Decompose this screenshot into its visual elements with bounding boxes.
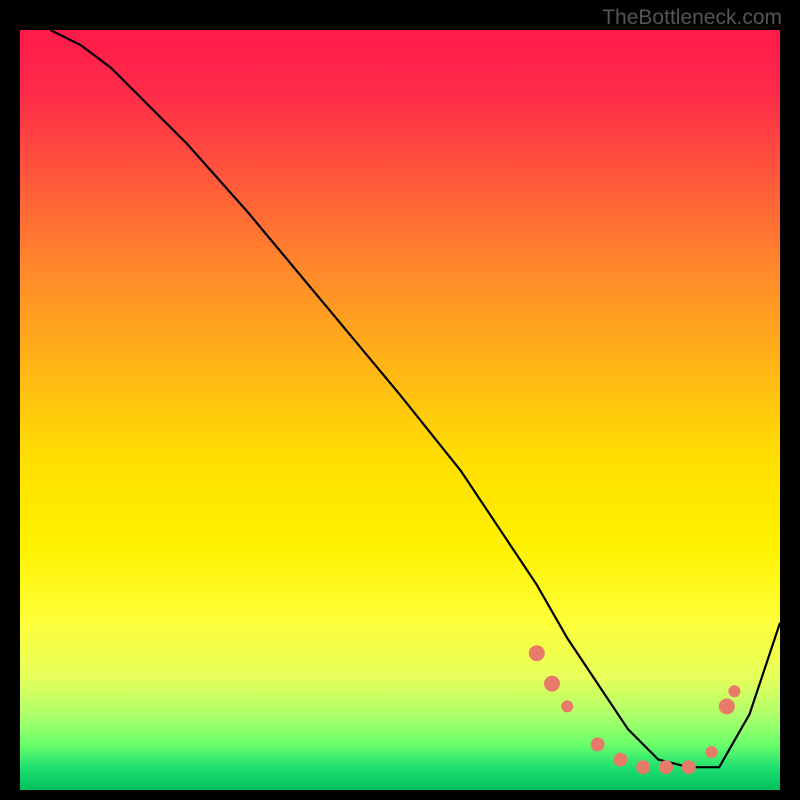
marker-dot (682, 760, 696, 774)
marker-dot (591, 737, 605, 751)
marker-dot (719, 698, 735, 714)
marker-dot (659, 760, 673, 774)
gradient-plot-area (20, 30, 780, 790)
highlight-markers (529, 645, 741, 774)
marker-dot (529, 645, 545, 661)
marker-dot (706, 746, 718, 758)
marker-dot (613, 753, 627, 767)
watermark-text: TheBottleneck.com (602, 6, 782, 30)
curve-svg (20, 30, 780, 790)
marker-dot (636, 760, 650, 774)
marker-dot (728, 685, 740, 697)
bottleneck-curve (50, 30, 780, 767)
marker-dot (544, 676, 560, 692)
marker-dot (561, 700, 573, 712)
